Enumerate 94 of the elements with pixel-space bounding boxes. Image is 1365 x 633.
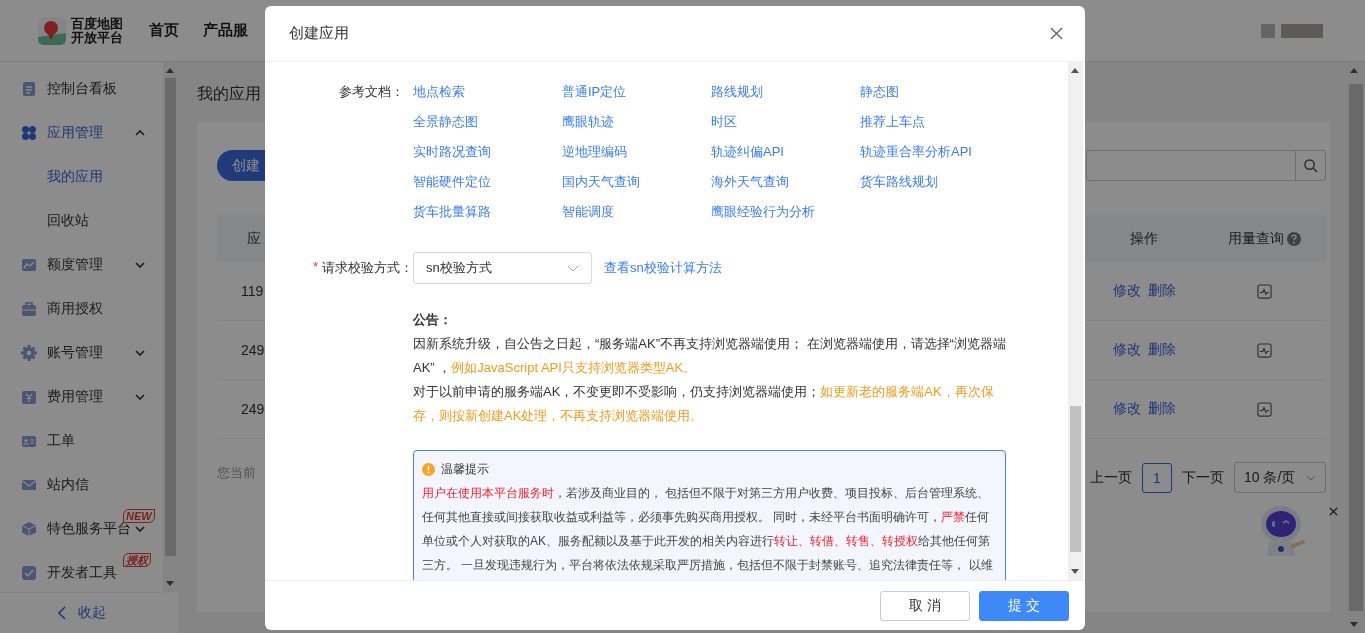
- menu-icon: [21, 433, 37, 449]
- sn-method-link[interactable]: 查看sn校验计算方法: [604, 259, 722, 277]
- chevron-icon: [1306, 474, 1316, 481]
- usage-chart-icon[interactable]: [1256, 342, 1272, 358]
- doc-link[interactable]: 轨迹重合率分析API: [860, 142, 1009, 162]
- sidebar-item[interactable]: 开发者工具 授权: [0, 551, 163, 595]
- logo-text: 百度地图 开放平台: [71, 16, 123, 45]
- search-field[interactable]: [1086, 150, 1326, 181]
- menu-icon: [21, 389, 37, 405]
- menu-icon: [21, 565, 37, 581]
- doc-link[interactable]: 智能硬件定位: [413, 172, 562, 192]
- row-action-link[interactable]: 修改: [1112, 400, 1141, 418]
- row-action-link[interactable]: 删除: [1147, 341, 1176, 359]
- usage-chart-icon[interactable]: [1256, 283, 1272, 299]
- doc-link[interactable]: 海外天气查询: [711, 172, 860, 192]
- field-label: 参考文档：: [339, 83, 405, 101]
- row-action-link[interactable]: 删除: [1147, 400, 1176, 418]
- table-header-cell-text: 操作: [1129, 229, 1159, 248]
- sidebar-subitem[interactable]: 回收站: [0, 199, 163, 243]
- sidebar-scrollbar[interactable]: [163, 62, 178, 592]
- doc-link[interactable]: 地点检索: [413, 82, 562, 102]
- sidebar-subitem[interactable]: 我的应用: [0, 155, 163, 199]
- doc-link[interactable]: 推荐上车点: [860, 112, 1009, 132]
- menu-icon: [21, 301, 37, 317]
- doc-link[interactable]: 普通IP定位: [562, 82, 711, 102]
- doc-link[interactable]: 路线规划: [711, 82, 860, 102]
- doc-link[interactable]: 时区: [711, 112, 860, 132]
- notice-title: 公告：: [413, 311, 453, 329]
- chevron-icon: [135, 526, 145, 532]
- doc-link[interactable]: 逆地理编码: [562, 142, 711, 162]
- sidebar-item[interactable]: 额度管理: [0, 243, 163, 287]
- menu-icon: [21, 477, 37, 493]
- verify-method-select[interactable]: sn校验方式: [413, 252, 592, 284]
- doc-link[interactable]: 智能调度: [562, 202, 711, 222]
- prev-page-link[interactable]: 上一页: [1090, 468, 1132, 487]
- doc-link[interactable]: 静态图: [860, 82, 1009, 102]
- chevron-icon: [135, 262, 145, 268]
- chevron-icon: [135, 130, 145, 136]
- menu-badge: 授权: [123, 553, 151, 567]
- doc-link[interactable]: 货车批量算路: [413, 202, 562, 222]
- notice-paragraph: 对于以前申请的服务端AK，不变更即不受影响，仍支持浏览器端使用；如更新老的服务端AK，再次保存，则按新创建AK处理，不再支持浏览器端使用。: [413, 383, 995, 425]
- submit-button[interactable]: 提 交: [979, 590, 1069, 621]
- chevron-icon: [135, 350, 145, 356]
- collapse-button[interactable]: 收起: [0, 592, 163, 633]
- sidebar-item[interactable]: 应用管理: [0, 111, 163, 155]
- cancel-button[interactable]: 取 消: [880, 590, 970, 621]
- warning-icon: [422, 462, 435, 476]
- tips-paragraph: 用户在使用本平台服务时，若涉及商业目的， 包括但不限于对第三方用户收费、项目投标、后台管理系统、任何其他直接或间接获取收益或利益等，必须事先购买商用授权。 同时，未经平台书面明确许可，严禁任何单位或个人对获取的AK、服务配额以及基于此开发的相关内容进行转让、转借、转售、转授权给其他任何第三方。 一旦发现违规行为，平台将依法依规采取严厉措施，包括但不限于封禁账号、追究法律责任等， 以维: [422, 485, 994, 574]
- sidebar-item[interactable]: 站内信: [0, 463, 163, 507]
- tips-title: 温馨提示: [441, 460, 489, 478]
- close-icon[interactable]: [1050, 27, 1063, 40]
- chevron-icon: [57, 606, 66, 620]
- row-action-link[interactable]: 修改: [1112, 282, 1141, 300]
- help-icon: [1286, 231, 1301, 246]
- sidebar-item[interactable]: 特色服务平台 NEW: [0, 507, 163, 551]
- doc-link[interactable]: 实时路况查询: [413, 142, 562, 162]
- sidebar-item[interactable]: 账号管理: [0, 331, 163, 375]
- dialog-scrollbar[interactable]: [1068, 62, 1083, 580]
- page-size-select[interactable]: 10 条/页: [1234, 462, 1326, 493]
- page-number[interactable]: 1: [1142, 462, 1172, 493]
- dialog-title: 创建应用: [289, 24, 349, 43]
- sidebar-item[interactable]: 工单: [0, 419, 163, 463]
- close-icon[interactable]: [1329, 507, 1338, 516]
- required-mark: *: [312, 259, 318, 276]
- doc-link[interactable]: 鹰眼经验行为分析: [711, 202, 860, 222]
- menu-icon: [21, 257, 37, 273]
- menu-icon: [21, 521, 37, 537]
- chevron-icon: [567, 264, 579, 272]
- logo-icon: [38, 16, 66, 45]
- notice-paragraph: 因新系统升级，自公告之日起，“服务端AK”不再支持浏览器端使用； 在浏览器端使用，请选择“浏览器端AK” ，例如JavaScript API只支持浏览器类型AK。: [413, 335, 1007, 377]
- sidebar-item[interactable]: 商用授权: [0, 287, 163, 331]
- chevron-icon: [135, 394, 145, 400]
- next-page-link[interactable]: 下一页: [1182, 468, 1224, 487]
- doc-link[interactable]: 鹰眼轨迹: [562, 112, 711, 132]
- search-icon: [1303, 158, 1318, 173]
- sidebar-item[interactable]: 费用管理: [0, 375, 163, 419]
- menu-icon: [21, 345, 37, 361]
- usage-chart-icon[interactable]: [1256, 401, 1272, 417]
- row-action-link[interactable]: 修改: [1112, 341, 1141, 359]
- doc-link[interactable]: 货车路线规划: [860, 172, 1009, 192]
- menu-icon: [21, 125, 37, 141]
- nav-link[interactable]: 产品服: [203, 21, 248, 40]
- page-title: 我的应用: [197, 84, 261, 104]
- menu-icon: [21, 81, 37, 97]
- doc-link[interactable]: 轨迹纠偏API: [711, 142, 860, 162]
- row-action-link[interactable]: 删除: [1147, 282, 1176, 300]
- nav-link[interactable]: 首页: [149, 21, 179, 40]
- sidebar-item[interactable]: 控制台看板: [0, 67, 163, 111]
- doc-link[interactable]: 国内天气查询: [562, 172, 711, 192]
- field-label: 请求校验方式：: [322, 259, 413, 277]
- table-header-cell: 用量查询: [1227, 229, 1284, 248]
- blurred-user-drawing: [1261, 23, 1323, 38]
- doc-link[interactable]: 全景静态图: [413, 112, 562, 132]
- menu-badge: NEW: [123, 509, 155, 523]
